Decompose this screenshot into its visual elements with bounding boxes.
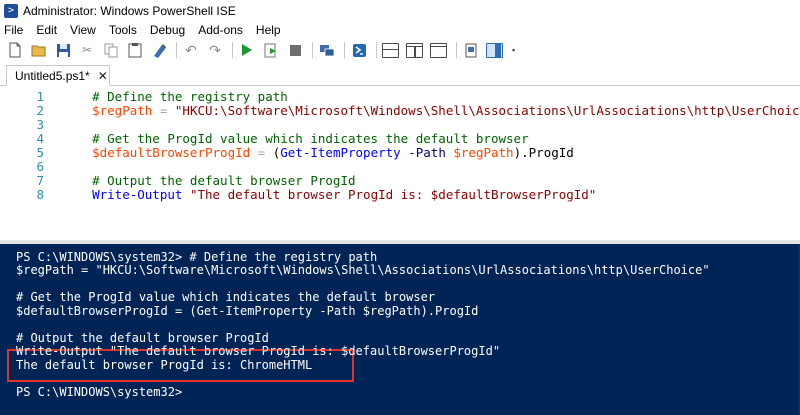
title-bar: > Administrator: Windows PowerShell ISE bbox=[0, 0, 800, 21]
code-text: $defaultBrowserProgId = (Get-ItemPropert… bbox=[62, 145, 574, 160]
toolbar-separator bbox=[344, 42, 345, 58]
line-number: 1 bbox=[36, 89, 44, 104]
code-text: # Output the default browser ProgId bbox=[62, 173, 356, 188]
code-token: ).ProgId bbox=[513, 145, 574, 160]
code-token: $regPath bbox=[62, 103, 153, 118]
editor-line[interactable]: 1 # Define the registry path bbox=[0, 89, 288, 104]
editor-line[interactable]: 7 # Output the default browser ProgId bbox=[0, 173, 356, 188]
editor-line[interactable]: 4 # Get the ProgId value which indicates… bbox=[0, 131, 529, 146]
console-line: $regPath = "HKCU:\Software\Microsoft\Win… bbox=[16, 263, 710, 277]
code-token: # Define the registry path bbox=[62, 89, 288, 104]
code-token: = bbox=[152, 103, 175, 118]
menu-help[interactable]: Help bbox=[256, 23, 281, 37]
show-script-maximized-icon[interactable] bbox=[430, 42, 447, 58]
toolbar: ✂ ↶ ↷ ▪ bbox=[0, 39, 800, 61]
run-icon[interactable] bbox=[238, 41, 256, 59]
stop-icon[interactable] bbox=[286, 41, 304, 59]
toolbar-separator bbox=[232, 42, 233, 58]
line-number: 3 bbox=[36, 117, 44, 132]
open-icon[interactable] bbox=[30, 41, 48, 59]
line-number: 4 bbox=[36, 131, 44, 146]
menu-debug[interactable]: Debug bbox=[150, 23, 185, 37]
code-token: # Output the default browser ProgId bbox=[62, 173, 356, 188]
undo-icon[interactable]: ↶ bbox=[182, 41, 200, 59]
console-line: Write-Output "The default browser ProgId… bbox=[16, 344, 501, 358]
clear-console-icon[interactable] bbox=[150, 41, 168, 59]
close-icon[interactable]: ✕ bbox=[98, 69, 108, 83]
new-icon[interactable] bbox=[6, 41, 24, 59]
toolbar-separator bbox=[456, 42, 457, 58]
editor-line[interactable]: 2 $regPath = "HKCU:\Software\Microsoft\W… bbox=[0, 103, 800, 118]
toolbar-separator bbox=[312, 42, 313, 58]
tab-label: Untitled5.ps1* bbox=[15, 68, 90, 83]
script-editor[interactable]: 1 # Define the registry path 2 $regPath =… bbox=[0, 86, 800, 240]
cut-icon[interactable]: ✂ bbox=[78, 41, 96, 59]
code-token: -Path bbox=[400, 145, 454, 160]
run-selection-icon[interactable] bbox=[262, 41, 280, 59]
powershell-ise-icon: > bbox=[4, 3, 18, 18]
paste-icon[interactable] bbox=[126, 41, 144, 59]
console-line: $defaultBrowserProgId = (Get-ItemPropert… bbox=[16, 304, 479, 318]
console-line: The default browser ProgId is: ChromeHTM… bbox=[16, 358, 313, 372]
code-token: Write-Output bbox=[62, 187, 183, 202]
toolbar-separator bbox=[176, 42, 177, 58]
script-tab-strip: Untitled5.ps1* ✕ bbox=[0, 62, 800, 86]
show-command-addon-icon[interactable] bbox=[486, 42, 503, 58]
code-text: $regPath = "HKCU:\Software\Microsoft\Win… bbox=[62, 103, 800, 118]
line-number: 7 bbox=[36, 173, 44, 188]
editor-line[interactable]: 3 bbox=[0, 117, 62, 132]
show-command-icon[interactable] bbox=[462, 41, 480, 59]
menu-file[interactable]: File bbox=[4, 23, 23, 37]
editor-line[interactable]: 6 bbox=[0, 159, 62, 174]
editor-line[interactable]: 5 $defaultBrowserProgId = (Get-ItemPrope… bbox=[0, 145, 574, 160]
new-remote-tab-icon[interactable] bbox=[318, 41, 336, 59]
code-text: Write-Output "The default browser ProgId… bbox=[62, 187, 597, 202]
code-token: Get-ItemProperty bbox=[280, 145, 401, 160]
window-title: Administrator: Windows PowerShell ISE bbox=[23, 3, 236, 18]
code-text: # Define the registry path bbox=[62, 89, 288, 104]
show-script-right-icon[interactable] bbox=[406, 42, 423, 58]
menu-tools[interactable]: Tools bbox=[109, 23, 137, 37]
save-icon[interactable] bbox=[54, 41, 72, 59]
show-script-top-icon[interactable] bbox=[382, 42, 399, 58]
menu-bar: File Edit View Tools Debug Add-ons Help bbox=[0, 21, 800, 39]
toolbar-separator bbox=[376, 42, 377, 58]
menu-edit[interactable]: Edit bbox=[36, 23, 57, 37]
menu-addons[interactable]: Add-ons bbox=[198, 23, 243, 37]
line-number: 2 bbox=[36, 103, 44, 118]
code-token: $regPath bbox=[453, 145, 514, 160]
console-line: PS C:\WINDOWS\system32> bbox=[16, 385, 183, 399]
console-pane[interactable]: PS C:\WINDOWS\system32> # Define the reg… bbox=[0, 244, 800, 415]
copy-icon[interactable] bbox=[102, 41, 120, 59]
code-token: $defaultBrowserProgId bbox=[62, 145, 251, 160]
code-token: # Get the ProgId value which indicates t… bbox=[62, 131, 529, 146]
console-line: PS C:\WINDOWS\system32> # Define the reg… bbox=[16, 250, 378, 264]
line-number: 6 bbox=[36, 159, 44, 174]
console-line: # Get the ProgId value which indicates t… bbox=[16, 290, 436, 304]
code-token: "HKCU:\Software\Microsoft\Windows\Shell\… bbox=[174, 103, 800, 118]
editor-line[interactable]: 8 Write-Output "The default browser Prog… bbox=[0, 187, 597, 202]
code-text: # Get the ProgId value which indicates t… bbox=[62, 131, 529, 146]
code-token: "The default browser ProgId is: $default… bbox=[189, 187, 597, 202]
line-number: 5 bbox=[36, 145, 44, 160]
tab-untitled5[interactable]: Untitled5.ps1* ✕ bbox=[6, 65, 110, 86]
toolbar-overflow-icon[interactable]: ▪ bbox=[512, 45, 515, 55]
redo-icon[interactable]: ↷ bbox=[206, 41, 224, 59]
powershell-icon[interactable] bbox=[350, 41, 368, 59]
code-token: = bbox=[250, 145, 273, 160]
console-line: # Output the default browser ProgId bbox=[16, 331, 269, 345]
menu-view[interactable]: View bbox=[70, 23, 96, 37]
line-number: 8 bbox=[36, 187, 44, 202]
